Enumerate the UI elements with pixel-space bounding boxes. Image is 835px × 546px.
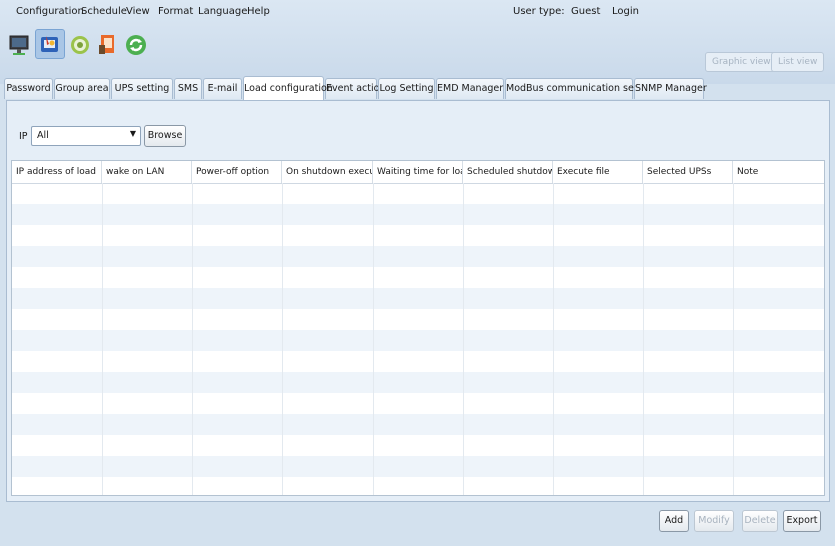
column-header-note[interactable]: Note — [733, 161, 824, 183]
column-header-waiting-time[interactable]: Waiting time for load shutdown — [373, 161, 463, 183]
column-divider — [192, 183, 193, 495]
table-row[interactable] — [12, 288, 824, 309]
menu-language[interactable]: Language — [198, 6, 247, 17]
tab-emd-manager[interactable]: EMD Manager — [436, 78, 504, 99]
list-view-button[interactable]: List view — [771, 52, 825, 72]
tab-password[interactable]: Password — [4, 78, 53, 99]
load-table: IP address of load wake on LAN Power-off… — [11, 160, 825, 496]
column-header-execute-file[interactable]: Execute file — [553, 161, 643, 183]
column-header-ip-address[interactable]: IP address of load — [12, 161, 102, 183]
tab-group-area[interactable]: Group area — [54, 78, 110, 99]
menu-schedule[interactable]: Schedule — [81, 6, 127, 17]
delete-button[interactable]: Delete — [742, 510, 778, 532]
tab-email[interactable]: E-mail — [203, 78, 242, 99]
table-row[interactable] — [12, 351, 824, 372]
tab-bar: Password Group area UPS setting SMS E-ma… — [4, 76, 834, 100]
table-row[interactable] — [12, 414, 824, 435]
tab-modbus-communication-setting[interactable]: ModBus communication setting — [505, 78, 656, 99]
tab-ups-setting[interactable]: UPS setting — [111, 78, 173, 99]
column-divider — [102, 183, 103, 495]
table-row[interactable] — [12, 246, 824, 267]
column-divider — [733, 183, 734, 495]
refresh-icon[interactable] — [122, 31, 150, 59]
column-header-scheduled-shutdown[interactable]: Scheduled shutdown — [463, 161, 553, 183]
login-link[interactable]: Login — [612, 6, 639, 17]
table-row[interactable] — [12, 309, 824, 330]
user-type-label: User type: — [513, 6, 565, 17]
column-header-power-off-option[interactable]: Power-off option — [192, 161, 282, 183]
column-divider — [553, 183, 554, 495]
tab-snmp-manager[interactable]: SNMP Manager — [634, 78, 707, 99]
action-bar: Add Modify Delete Export — [6, 500, 828, 542]
add-button[interactable]: Add — [659, 510, 689, 532]
tab-log-setting[interactable]: Log Setting — [378, 78, 435, 99]
tab-sms[interactable]: SMS — [174, 78, 202, 99]
menu-format[interactable]: Format — [158, 6, 193, 17]
top-bar: Configuration Schedule View Format Langu… — [0, 0, 835, 84]
table-row[interactable] — [12, 204, 824, 225]
graphic-view-button[interactable]: Graphic view — [705, 52, 778, 72]
menu-bar: Configuration Schedule View Format Langu… — [0, 0, 835, 22]
column-divider — [643, 183, 644, 495]
report-icon[interactable] — [94, 31, 122, 59]
column-header-on-shutdown-execute-file[interactable]: On shutdown execute file — [282, 161, 373, 183]
ip-select-value: All — [37, 130, 49, 141]
ip-select[interactable]: All ▼ — [31, 126, 141, 146]
table-row[interactable] — [12, 225, 824, 246]
chevron-down-icon: ▼ — [129, 129, 136, 138]
table-header: IP address of load wake on LAN Power-off… — [12, 161, 824, 184]
table-row[interactable] — [12, 435, 824, 456]
menu-configuration[interactable]: Configuration — [16, 6, 84, 17]
settings-tools-icon[interactable] — [35, 29, 65, 59]
table-row[interactable] — [12, 477, 824, 495]
menu-help[interactable]: Help — [247, 6, 270, 17]
ip-label: IP — [19, 131, 28, 142]
column-divider — [463, 183, 464, 495]
column-header-selected-upss[interactable]: Selected UPSs — [643, 161, 733, 183]
column-divider — [282, 183, 283, 495]
monitor-icon[interactable] — [6, 31, 34, 59]
menu-view[interactable]: View — [126, 6, 150, 17]
tab-load-configuration[interactable]: Load configuration — [243, 76, 333, 100]
toolbar — [6, 29, 186, 63]
table-row[interactable] — [12, 183, 824, 204]
table-row[interactable] — [12, 393, 824, 414]
browse-button[interactable]: Browse — [144, 125, 186, 147]
table-row[interactable] — [12, 330, 824, 351]
column-header-wake-on-lan[interactable]: wake on LAN — [102, 161, 192, 183]
table-row[interactable] — [12, 456, 824, 477]
load-configuration-panel: IP All ▼ Browse IP address of load wake … — [6, 100, 830, 502]
export-button[interactable]: Export — [783, 510, 821, 532]
column-divider — [373, 183, 374, 495]
gear-icon[interactable] — [66, 31, 94, 59]
table-row[interactable] — [12, 267, 824, 288]
modify-button[interactable]: Modify — [694, 510, 734, 532]
table-row[interactable] — [12, 372, 824, 393]
user-type-value: Guest — [571, 6, 601, 17]
